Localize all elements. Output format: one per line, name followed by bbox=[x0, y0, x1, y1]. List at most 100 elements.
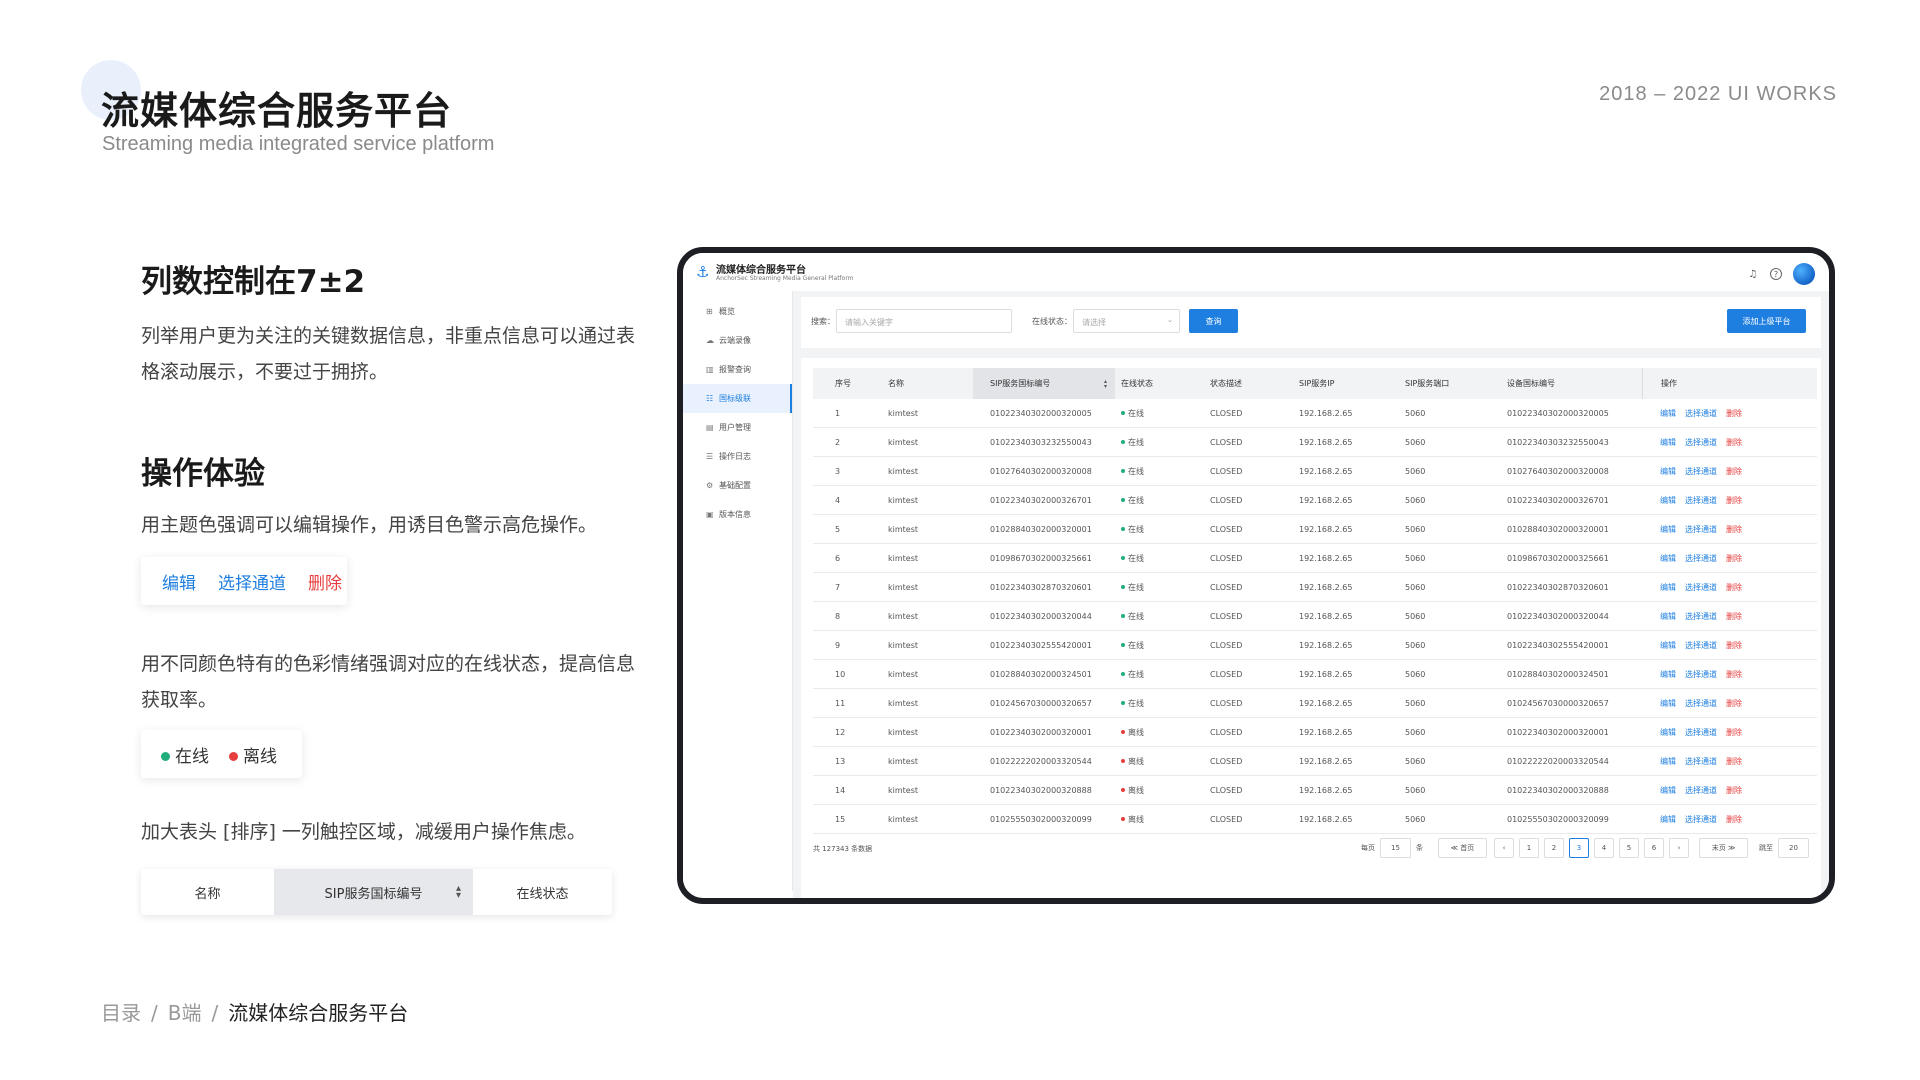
delete-link[interactable]: 删除 bbox=[1726, 785, 1742, 796]
goto-page-input[interactable]: 20 bbox=[1778, 838, 1809, 858]
sidebar-item[interactable]: ▥ 报警查询 bbox=[683, 355, 792, 384]
edit-link[interactable]: 编辑 bbox=[1660, 756, 1676, 767]
offline-dot-icon bbox=[1121, 729, 1125, 734]
delete-link[interactable]: 删除 bbox=[1726, 408, 1742, 419]
table-cell-port: 5060 bbox=[1401, 815, 1503, 824]
page-number-button[interactable]: 3 bbox=[1569, 838, 1589, 858]
header-sip-sortable-example[interactable]: SIP服务国标编号 ▴ ▾ bbox=[274, 869, 473, 915]
table-cell-name: kimtest bbox=[888, 815, 973, 824]
query-button[interactable]: 查询 bbox=[1189, 309, 1238, 333]
edit-link[interactable]: 编辑 bbox=[1660, 814, 1676, 825]
last-page-button[interactable]: 末页 ≫ bbox=[1699, 838, 1748, 858]
table-cell-no: 8 bbox=[813, 612, 888, 621]
delete-link[interactable]: 删除 bbox=[1726, 756, 1742, 767]
sidebar-item[interactable]: ☁ 云端录像 bbox=[683, 326, 792, 355]
column-header: SIP服务IP bbox=[1295, 378, 1401, 389]
cell-text: 9 bbox=[835, 640, 841, 650]
delete-link[interactable]: 删除 bbox=[1726, 727, 1742, 738]
edit-link[interactable]: 编辑 bbox=[1660, 611, 1676, 622]
edit-link-example[interactable]: 编辑 bbox=[162, 569, 196, 594]
next-page-button[interactable]: › bbox=[1669, 838, 1689, 858]
select-channel-link[interactable]: 选择通道 bbox=[1685, 756, 1717, 767]
edit-link[interactable]: 编辑 bbox=[1660, 553, 1676, 564]
select-channel-link[interactable]: 选择通道 bbox=[1685, 437, 1717, 448]
select-channel-link[interactable]: 选择通道 bbox=[1685, 524, 1717, 535]
edit-link[interactable]: 编辑 bbox=[1660, 785, 1676, 796]
cell-text: 5060 bbox=[1405, 437, 1426, 447]
delete-link[interactable]: 删除 bbox=[1726, 582, 1742, 593]
delete-link[interactable]: 删除 bbox=[1726, 814, 1742, 825]
page-number-button[interactable]: 4 bbox=[1594, 838, 1614, 858]
edit-link[interactable]: 编辑 bbox=[1660, 582, 1676, 593]
delete-link[interactable]: 删除 bbox=[1726, 553, 1742, 564]
column-header[interactable]: SIP服务国标编号 ▴ ▾ bbox=[973, 368, 1115, 399]
select-channel-link[interactable]: 选择通道 bbox=[1685, 640, 1717, 651]
delete-link[interactable]: 删除 bbox=[1726, 495, 1742, 506]
delete-link-example[interactable]: 删除 bbox=[308, 569, 342, 594]
cell-text: CLOSED bbox=[1210, 756, 1243, 766]
select-channel-link[interactable]: 选择通道 bbox=[1685, 669, 1717, 680]
edit-link[interactable]: 编辑 bbox=[1660, 408, 1676, 419]
first-page-button[interactable]: ≪ 首页 bbox=[1438, 838, 1487, 858]
cell-text: CLOSED bbox=[1210, 524, 1243, 534]
select-channel-link-example[interactable]: 选择通道 bbox=[218, 569, 286, 594]
cell-text: 01022340302000320044 bbox=[1507, 611, 1609, 621]
select-channel-link[interactable]: 选择通道 bbox=[1685, 553, 1717, 564]
delete-link[interactable]: 删除 bbox=[1726, 640, 1742, 651]
sidebar-item[interactable]: ▣ 版本信息 bbox=[683, 500, 792, 529]
edit-link[interactable]: 编辑 bbox=[1660, 640, 1676, 651]
avatar[interactable] bbox=[1793, 263, 1815, 285]
table-cell-name: kimtest bbox=[888, 438, 973, 447]
bell-icon[interactable]: ♫ bbox=[1747, 268, 1759, 280]
edit-link[interactable]: 编辑 bbox=[1660, 698, 1676, 709]
table-cell-port: 5060 bbox=[1401, 728, 1503, 737]
search-input[interactable]: 请输入关键字 bbox=[836, 309, 1012, 333]
select-channel-link[interactable]: 选择通道 bbox=[1685, 785, 1717, 796]
table-cell-desc: CLOSED bbox=[1206, 757, 1295, 766]
page-number-button[interactable]: 1 bbox=[1519, 838, 1539, 858]
delete-link[interactable]: 删除 bbox=[1726, 437, 1742, 448]
edit-link[interactable]: 编辑 bbox=[1660, 727, 1676, 738]
breadcrumb-item[interactable]: B端 bbox=[168, 1001, 202, 1025]
delete-link[interactable]: 删除 bbox=[1726, 698, 1742, 709]
delete-link[interactable]: 删除 bbox=[1726, 611, 1742, 622]
edit-link[interactable]: 编辑 bbox=[1660, 495, 1676, 506]
breadcrumb-item[interactable]: 目录 bbox=[101, 1001, 141, 1025]
page-number-button[interactable]: 6 bbox=[1644, 838, 1664, 858]
delete-link[interactable]: 删除 bbox=[1726, 669, 1742, 680]
select-channel-link[interactable]: 选择通道 bbox=[1685, 611, 1717, 622]
status-select[interactable]: 请选择 ⌄ bbox=[1073, 309, 1180, 333]
sidebar-item[interactable]: ▤ 用户管理 bbox=[683, 413, 792, 442]
edit-link[interactable]: 编辑 bbox=[1660, 466, 1676, 477]
edit-link[interactable]: 编辑 bbox=[1660, 437, 1676, 448]
edit-link[interactable]: 编辑 bbox=[1660, 524, 1676, 535]
sidebar-item[interactable]: ☷ 国标级联 bbox=[683, 384, 792, 413]
help-icon[interactable]: ? bbox=[1770, 268, 1782, 280]
select-channel-link[interactable]: 选择通道 bbox=[1685, 727, 1717, 738]
select-channel-link[interactable]: 选择通道 bbox=[1685, 408, 1717, 419]
page-number-button[interactable]: 2 bbox=[1544, 838, 1564, 858]
table-row: 12 kimtest 01022340302000320001 离线 CLOSED 192… bbox=[813, 718, 1817, 747]
sidebar-item[interactable]: ⚙ 基础配置 bbox=[683, 471, 792, 500]
select-channel-link[interactable]: 选择通道 bbox=[1685, 466, 1717, 477]
delete-link[interactable]: 删除 bbox=[1726, 466, 1742, 477]
per-page-input[interactable]: 15 bbox=[1380, 838, 1411, 858]
select-channel-link[interactable]: 选择通道 bbox=[1685, 495, 1717, 506]
prev-page-button[interactable]: ‹ bbox=[1494, 838, 1514, 858]
delete-link[interactable]: 删除 bbox=[1726, 524, 1742, 535]
column-header: 设备国标编号 bbox=[1503, 378, 1642, 389]
table-cell-status: 离线 bbox=[1115, 727, 1206, 738]
add-platform-button[interactable]: 添加上级平台 bbox=[1727, 309, 1806, 333]
online-dot-icon bbox=[1121, 671, 1125, 676]
select-channel-link[interactable]: 选择通道 bbox=[1685, 582, 1717, 593]
select-channel-link[interactable]: 选择通道 bbox=[1685, 814, 1717, 825]
edit-link[interactable]: 编辑 bbox=[1660, 669, 1676, 680]
column-header-label: SIP服务国标编号 bbox=[990, 379, 1051, 388]
cell-text: 5 bbox=[835, 524, 841, 534]
sidebar-item[interactable]: ⊞ 概览 bbox=[683, 297, 792, 326]
page-number-button[interactable]: 5 bbox=[1619, 838, 1639, 858]
sidebar-item[interactable]: ☰ 操作日志 bbox=[683, 442, 792, 471]
select-channel-link[interactable]: 选择通道 bbox=[1685, 698, 1717, 709]
table-cell-sip: 01022340302000326701 bbox=[973, 496, 1115, 505]
table-cell-ip: 192.168.2.65 bbox=[1295, 728, 1401, 737]
